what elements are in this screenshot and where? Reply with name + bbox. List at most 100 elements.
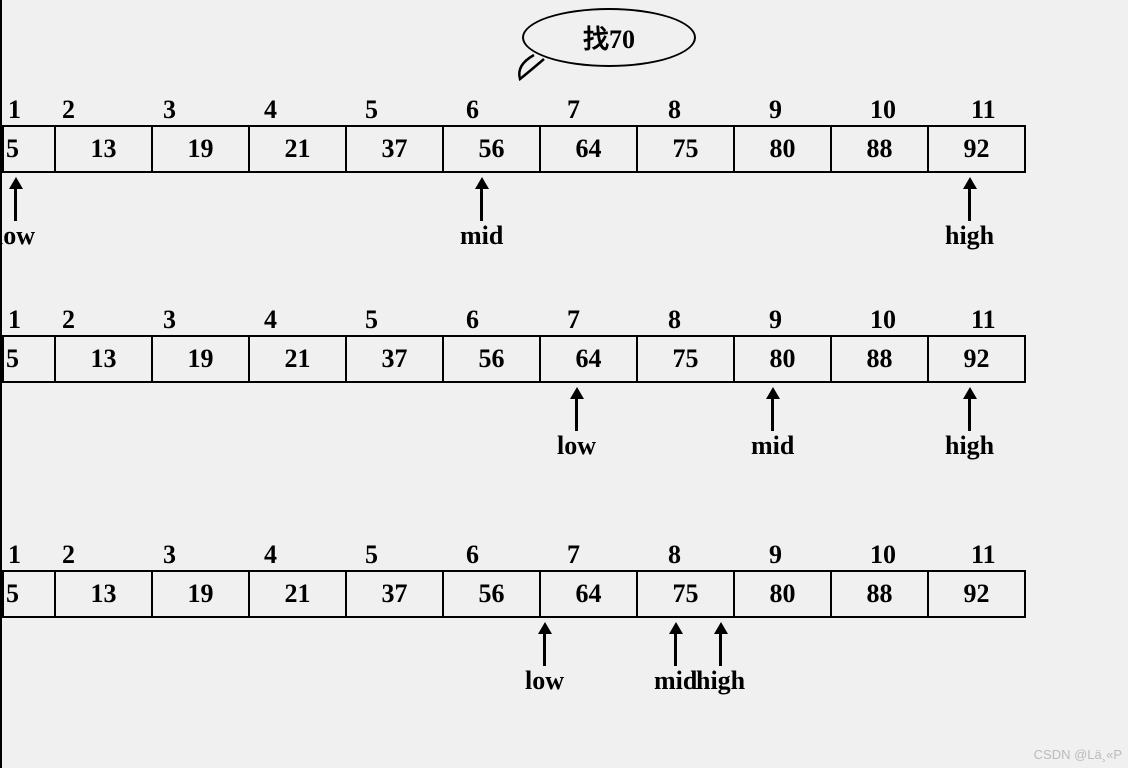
index-label: 5 <box>361 540 462 570</box>
speech-bubble: 找70 <box>522 8 696 67</box>
index-label: 2 <box>58 540 159 570</box>
array-cell: 88 <box>832 572 929 616</box>
index-label: 10 <box>866 540 967 570</box>
array-cell: 88 <box>832 127 929 171</box>
pointer-label: high <box>945 221 994 251</box>
array-cell: 92 <box>929 337 1024 381</box>
array-cell: 19 <box>153 572 250 616</box>
index-row: 1234567891011 <box>4 305 1068 335</box>
pointer-label: low <box>525 666 564 696</box>
array-cell: 56 <box>444 337 541 381</box>
arrow-up-icon <box>669 622 683 634</box>
arrow-stem <box>543 634 546 666</box>
index-label: 2 <box>58 95 159 125</box>
index-label: 3 <box>159 305 260 335</box>
bubble-tail-icon <box>514 53 554 83</box>
mid-pointer: mid <box>751 387 794 461</box>
index-row: 1234567891011 <box>4 540 1068 570</box>
index-label: 1 <box>4 305 58 335</box>
array-cell: 92 <box>929 572 1024 616</box>
arrow-up-icon <box>714 622 728 634</box>
index-label: 7 <box>563 305 664 335</box>
index-label: 10 <box>866 95 967 125</box>
high-pointer: high <box>696 622 745 696</box>
arrow-stem <box>719 634 722 666</box>
array-cell: 80 <box>735 127 832 171</box>
pointer-label: low <box>0 221 35 251</box>
arrow-stem <box>14 189 17 221</box>
index-label: 11 <box>967 95 1068 125</box>
index-label: 8 <box>664 95 765 125</box>
arrow-stem <box>968 189 971 221</box>
array-cell: 5 <box>4 572 56 616</box>
array-cell: 37 <box>347 337 444 381</box>
low-pointer: low <box>525 622 564 696</box>
pointer-label: high <box>945 431 994 461</box>
step-2: 1234567891011513192137566475808892lowmid… <box>2 305 1068 383</box>
index-label: 6 <box>462 95 563 125</box>
index-label: 3 <box>159 540 260 570</box>
value-row: 513192137566475808892 <box>2 125 1026 173</box>
arrow-up-icon <box>9 177 23 189</box>
index-label: 4 <box>260 95 361 125</box>
array-cell: 21 <box>250 127 347 171</box>
pointer-label: mid <box>751 431 794 461</box>
arrow-up-icon <box>570 387 584 399</box>
pointer-label: mid <box>460 221 503 251</box>
index-label: 1 <box>4 95 58 125</box>
arrow-stem <box>771 399 774 431</box>
index-label: 11 <box>967 540 1068 570</box>
step-3: 1234567891011513192137566475808892lowmid… <box>2 540 1068 618</box>
arrow-up-icon <box>963 177 977 189</box>
index-row: 1234567891011 <box>4 95 1068 125</box>
index-label: 2 <box>58 305 159 335</box>
arrow-stem <box>674 634 677 666</box>
arrow-up-icon <box>963 387 977 399</box>
array-cell: 13 <box>56 127 153 171</box>
array-cell: 21 <box>250 572 347 616</box>
array-cell: 21 <box>250 337 347 381</box>
array-cell: 64 <box>541 337 638 381</box>
array-cell: 56 <box>444 572 541 616</box>
index-label: 1 <box>4 540 58 570</box>
array-cell: 75 <box>638 337 735 381</box>
index-label: 10 <box>866 305 967 335</box>
arrow-up-icon <box>475 177 489 189</box>
index-label: 8 <box>664 305 765 335</box>
array-cell: 5 <box>4 337 56 381</box>
arrow-stem <box>575 399 578 431</box>
mid-pointer: mid <box>460 177 503 251</box>
array-cell: 5 <box>4 127 56 171</box>
mid-pointer: mid <box>654 622 697 696</box>
bubble-text: 找70 <box>583 19 635 56</box>
array-cell: 19 <box>153 127 250 171</box>
array-cell: 13 <box>56 337 153 381</box>
array-cell: 64 <box>541 572 638 616</box>
array-cell: 64 <box>541 127 638 171</box>
array-cell: 13 <box>56 572 153 616</box>
index-label: 9 <box>765 95 866 125</box>
index-label: 8 <box>664 540 765 570</box>
low-pointer: low <box>0 177 35 251</box>
index-label: 6 <box>462 540 563 570</box>
array-cell: 19 <box>153 337 250 381</box>
pointer-label: high <box>696 666 745 696</box>
array-cell: 75 <box>638 127 735 171</box>
index-label: 5 <box>361 305 462 335</box>
index-label: 7 <box>563 95 664 125</box>
high-pointer: high <box>945 177 994 251</box>
arrow-stem <box>968 399 971 431</box>
index-label: 4 <box>260 540 361 570</box>
index-label: 5 <box>361 95 462 125</box>
array-cell: 37 <box>347 127 444 171</box>
array-cell: 80 <box>735 572 832 616</box>
arrow-stem <box>480 189 483 221</box>
pointer-label: mid <box>654 666 697 696</box>
array-cell: 88 <box>832 337 929 381</box>
array-cell: 75 <box>638 572 735 616</box>
value-row: 513192137566475808892 <box>2 570 1026 618</box>
array-cell: 56 <box>444 127 541 171</box>
high-pointer: high <box>945 387 994 461</box>
index-label: 9 <box>765 540 866 570</box>
index-label: 7 <box>563 540 664 570</box>
